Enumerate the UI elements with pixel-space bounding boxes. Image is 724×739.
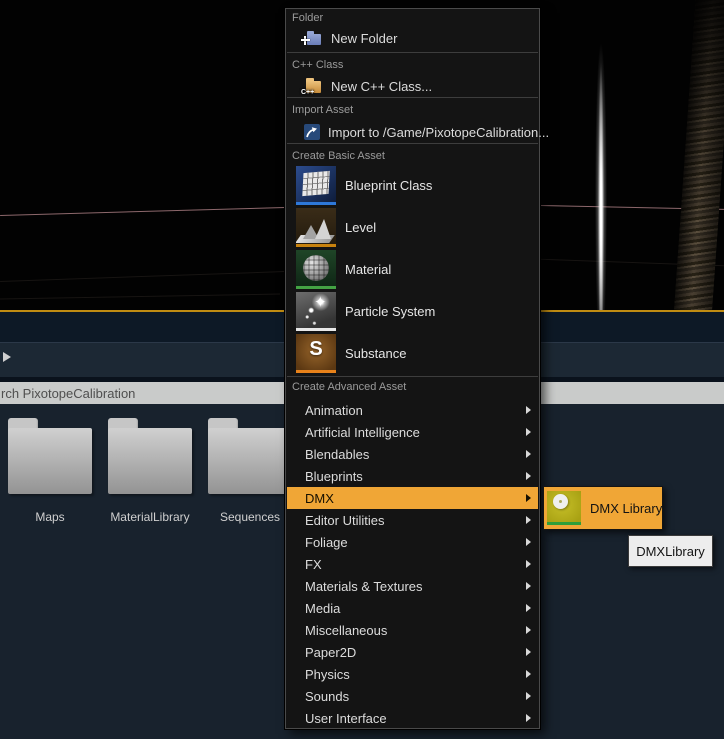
submenu-arrow-icon — [526, 692, 531, 700]
menu-item-artificial-intelligence[interactable]: Artificial Intelligence — [287, 421, 538, 443]
context-menu: Folder New Folder C++ Class C++ New C++ … — [285, 8, 540, 729]
menu-item-blendables[interactable]: Blendables — [287, 443, 538, 465]
menu-item-sounds[interactable]: Sounds — [287, 685, 538, 707]
cpp-class-icon: C++ — [301, 78, 323, 95]
menu-item-import[interactable]: Import to /Game/PixotopeCalibration... — [287, 119, 538, 145]
tooltip: DMXLibrary — [628, 535, 713, 567]
blueprint-class-icon — [296, 166, 336, 205]
menu-separator — [287, 143, 538, 144]
menu-item-fx[interactable]: FX — [287, 553, 538, 575]
section-header-folder: Folder — [292, 12, 323, 24]
submenu-arrow-icon — [526, 406, 531, 414]
menu-separator — [287, 97, 538, 98]
submenu-arrow-icon — [526, 472, 531, 480]
material-icon — [296, 250, 336, 289]
tooltip-text: DMXLibrary — [636, 544, 705, 559]
section-header-cpp-class: C++ Class — [292, 59, 343, 71]
expand-sources-arrow-icon[interactable] — [3, 352, 11, 362]
menu-item-new-cpp-class[interactable]: C++ New C++ Class... — [287, 73, 538, 99]
menu-item-dmx-library[interactable]: DMX Library — [544, 491, 662, 525]
menu-item-miscellaneous[interactable]: Miscellaneous — [287, 619, 538, 641]
submenu-arrow-icon — [526, 538, 531, 546]
folder-item-materiallibrary[interactable]: MaterialLibrary — [105, 418, 195, 530]
substance-icon: S — [296, 334, 336, 373]
menu-item-editor-utilities[interactable]: Editor Utilities — [287, 509, 538, 531]
menu-item-blueprint-class[interactable]: Blueprint Class — [287, 164, 538, 206]
particle-system-icon: ✦ — [296, 292, 336, 331]
submenu-arrow-icon — [526, 648, 531, 656]
menu-item-dmx[interactable]: DMX — [287, 487, 538, 509]
submenu-arrow-icon — [526, 450, 531, 458]
menu-item-particle-system[interactable]: ✦ Particle System — [287, 290, 538, 332]
menu-item-foliage[interactable]: Foliage — [287, 531, 538, 553]
submenu-arrow-icon — [526, 560, 531, 568]
menu-separator — [287, 52, 538, 53]
viewport-horizon-line-left — [0, 207, 285, 216]
section-header-create-basic-asset: Create Basic Asset — [292, 150, 385, 162]
menu-item-level[interactable]: Level — [287, 206, 538, 248]
submenu-arrow-icon — [526, 670, 531, 678]
submenu-arrow-icon — [526, 428, 531, 436]
folder-icon — [108, 418, 192, 494]
menu-item-substance[interactable]: S Substance — [287, 332, 538, 374]
menu-item-animation[interactable]: Animation — [287, 399, 538, 421]
submenu-arrow-icon — [526, 604, 531, 612]
folder-label: Maps — [0, 510, 105, 524]
dmx-library-icon — [547, 491, 581, 525]
viewport-grid-line — [0, 294, 280, 300]
folder-item-sequences[interactable]: Sequences — [205, 418, 295, 530]
folder-label: MaterialLibrary — [95, 510, 205, 524]
menu-item-materials-textures[interactable]: Materials & Textures — [287, 575, 538, 597]
menu-item-media[interactable]: Media — [287, 597, 538, 619]
section-header-create-advanced-asset: Create Advanced Asset — [292, 381, 406, 393]
folder-icon — [8, 418, 92, 494]
submenu-arrow-icon — [526, 714, 531, 722]
submenu-arrow-icon — [526, 516, 531, 524]
submenu-arrow-icon — [526, 582, 531, 590]
unreal-editor-screen: Maps MaterialLibrary Sequences Folder Ne… — [0, 0, 724, 739]
new-folder-icon — [301, 30, 323, 47]
menu-item-paper2d[interactable]: Paper2D — [287, 641, 538, 663]
folder-item-maps[interactable]: Maps — [5, 418, 95, 530]
menu-item-user-interface[interactable]: User Interface — [287, 707, 538, 729]
menu-item-physics[interactable]: Physics — [287, 663, 538, 685]
submenu-arrow-icon — [526, 494, 531, 502]
menu-item-blueprints[interactable]: Blueprints — [287, 465, 538, 487]
viewport-light-streak — [592, 0, 610, 312]
menu-item-material[interactable]: Material — [287, 248, 538, 290]
section-header-import-asset: Import Asset — [292, 104, 353, 116]
menu-separator — [287, 376, 538, 377]
level-icon — [296, 208, 336, 247]
dmx-submenu: DMX Library — [543, 486, 663, 530]
import-arrow-icon — [304, 124, 320, 140]
folder-icon — [208, 418, 292, 494]
submenu-arrow-icon — [526, 626, 531, 634]
viewport-grid-line — [0, 271, 285, 282]
menu-item-new-folder[interactable]: New Folder — [287, 25, 538, 51]
